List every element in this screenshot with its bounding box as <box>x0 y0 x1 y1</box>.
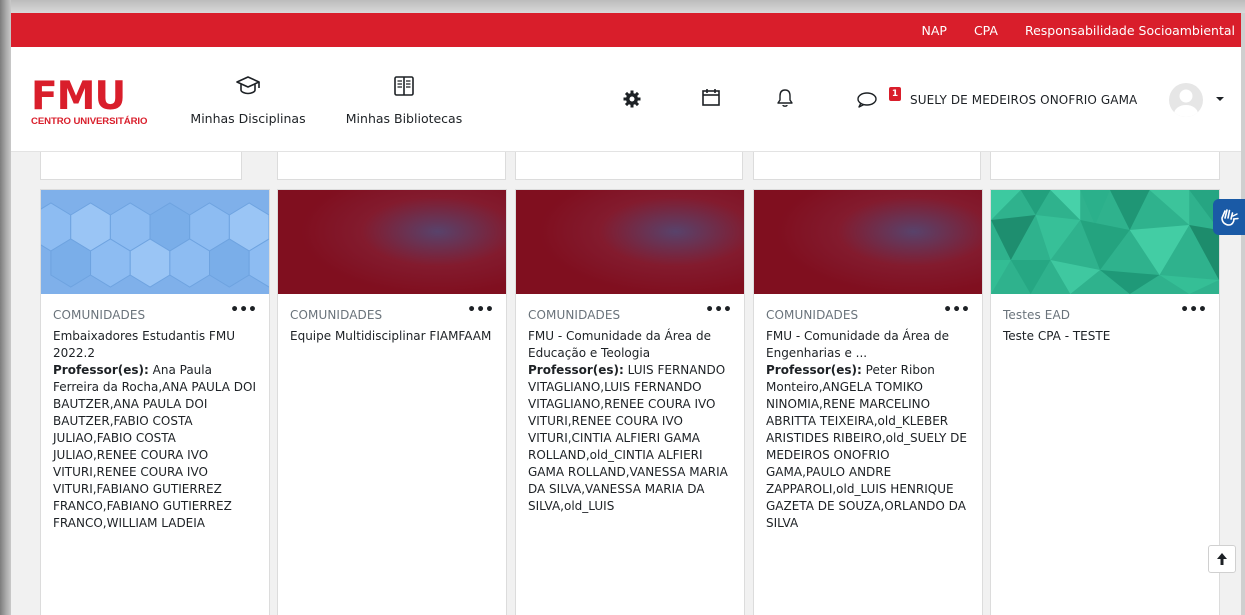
nav-minhas-bibliotecas-label: Minhas Bibliotecas <box>345 111 463 126</box>
default-avatar-icon <box>1174 89 1198 117</box>
professors-label: Professor(es): <box>528 363 624 377</box>
bell-icon[interactable] <box>775 87 795 109</box>
user-name[interactable]: SUELY DE MEDEIROS ONOFRIO GAMA <box>910 93 1137 107</box>
course-category: COMUNIDADES <box>290 308 383 322</box>
nap-link[interactable]: NAP <box>921 23 946 38</box>
previous-card-bottom <box>990 152 1220 180</box>
course-title[interactable]: Teste CPA - TESTE <box>1003 328 1207 345</box>
more-options-icon[interactable]: ••• <box>230 302 257 318</box>
nav-minhas-disciplinas-label: Minhas Disciplinas <box>190 111 306 126</box>
course-category: Testes EAD <box>1003 308 1071 322</box>
course-professors: Professor(es): LUIS FERNANDO VITAGLIANO,… <box>528 362 732 515</box>
scroll-to-top-button[interactable] <box>1208 545 1236 573</box>
course-card[interactable]: COMUNIDADES ••• Embaixadores Estudantis … <box>40 189 270 615</box>
course-title[interactable]: FMU - Comunidade da Área de Educação e T… <box>528 328 732 362</box>
calendar-icon[interactable] <box>700 86 722 108</box>
book-open-icon <box>394 76 414 96</box>
course-title[interactable]: FMU - Comunidade da Área de Engenharias … <box>766 328 970 362</box>
message-count-badge: 1 <box>889 87 901 101</box>
previous-card-bottom <box>277 152 506 180</box>
course-card-image <box>516 190 744 294</box>
previous-card-bottom <box>515 152 743 180</box>
nav-minhas-bibliotecas[interactable]: Minhas Bibliotecas <box>340 75 468 126</box>
more-options-icon[interactable]: ••• <box>705 302 732 318</box>
logo-wordmark: FMU <box>31 74 126 119</box>
course-card-image <box>991 190 1219 294</box>
fmu-logo[interactable]: FMU CENTRO UNIVERSITÁRIO <box>31 77 171 127</box>
course-card[interactable]: COMUNIDADES ••• FMU - Comunidade da Área… <box>753 189 983 615</box>
arrow-up-icon <box>1217 553 1227 565</box>
screen-bezel-left <box>0 0 11 615</box>
previous-card-bottom <box>40 152 242 180</box>
course-card[interactable]: COMUNIDADES ••• FMU - Comunidade da Área… <box>515 189 745 615</box>
course-card[interactable]: COMUNIDADES ••• Equipe Multidisciplinar … <box>277 189 507 615</box>
more-options-icon[interactable]: ••• <box>943 302 970 318</box>
professors-label: Professor(es): <box>53 363 149 377</box>
sign-language-hands-icon <box>1221 209 1239 226</box>
course-card-image <box>754 190 982 294</box>
more-options-icon[interactable]: ••• <box>1180 302 1207 318</box>
main-navbar: FMU CENTRO UNIVERSITÁRIO Minhas Discipli… <box>11 47 1241 152</box>
professors-label: Professor(es): <box>766 363 862 377</box>
utility-bar: NAP CPA Responsabilidade Socioambiental <box>11 13 1241 47</box>
avatar[interactable] <box>1169 83 1203 117</box>
cpa-link[interactable]: CPA <box>974 23 998 38</box>
professors-list: Ana Paula Ferreira da Rocha,ANA PAULA DO… <box>53 363 257 530</box>
responsabilidade-link[interactable]: Responsabilidade Socioambiental <box>1025 23 1235 38</box>
professors-list: LUIS FERNANDO VITAGLIANO,LUIS FERNANDO V… <box>528 363 728 513</box>
accessibility-button[interactable] <box>1213 199 1245 235</box>
previous-card-bottom <box>753 152 981 180</box>
course-card[interactable]: Testes EAD ••• Teste CPA - TESTE <box>990 189 1220 615</box>
course-professors: Professor(es): Peter Ribon Monteiro,ANGE… <box>766 362 970 532</box>
course-category: COMUNIDADES <box>53 308 146 322</box>
course-title[interactable]: Embaixadores Estudantis FMU 2022.2 <box>53 328 257 362</box>
course-card-image <box>278 190 506 294</box>
more-options-icon[interactable]: ••• <box>467 302 494 318</box>
screen-bezel-top <box>0 0 1245 13</box>
course-grid: COMUNIDADES ••• Embaixadores Estudantis … <box>11 152 1241 615</box>
screen-bezel-right <box>1241 13 1245 615</box>
nav-minhas-disciplinas[interactable]: Minhas Disciplinas <box>187 75 309 126</box>
professors-list: Peter Ribon Monteiro,ANGELA TOMIKO NINOM… <box>766 363 967 530</box>
course-title[interactable]: Equipe Multidisciplinar FIAMFAAM <box>290 328 494 345</box>
course-professors: Professor(es): Ana Paula Ferreira da Roc… <box>53 362 257 532</box>
course-category: COMUNIDADES <box>528 308 621 322</box>
graduation-cap-icon <box>236 76 260 95</box>
course-card-image <box>41 190 269 294</box>
logo-subtitle: CENTRO UNIVERSITÁRIO <box>31 116 148 127</box>
chevron-down-icon[interactable] <box>1215 95 1225 103</box>
course-category: COMUNIDADES <box>766 308 859 322</box>
chat-bubble-icon[interactable] <box>856 91 878 109</box>
gear-icon[interactable] <box>622 89 642 109</box>
